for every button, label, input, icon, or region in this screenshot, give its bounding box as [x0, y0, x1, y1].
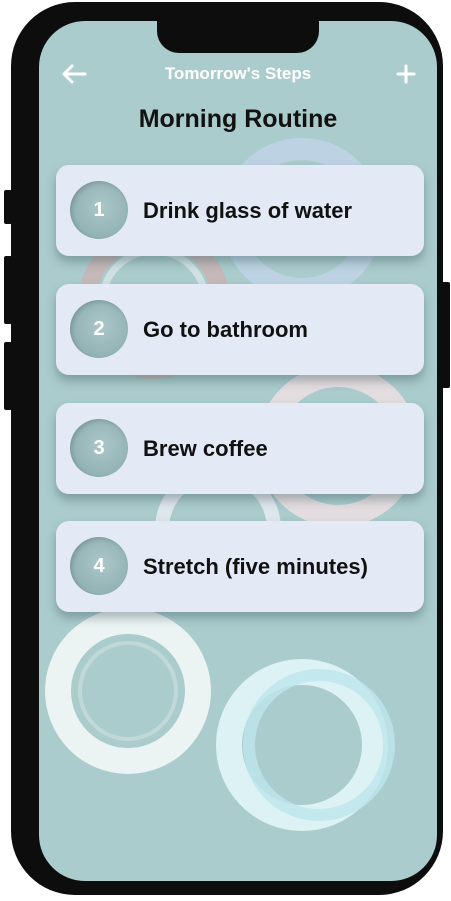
step-card-4[interactable]: 4 Stretch (five minutes) — [56, 521, 424, 612]
step-number-badge: 2 — [70, 300, 128, 358]
add-step-button[interactable] — [391, 61, 421, 87]
step-label: Drink glass of water — [143, 198, 353, 223]
step-label: Brew coffee — [143, 436, 268, 461]
step-label: Go to bathroom — [143, 317, 308, 342]
step-number-badge: 1 — [70, 181, 128, 239]
step-card-2[interactable]: 2 Go to bathroom — [56, 284, 424, 375]
notch — [157, 21, 319, 53]
side-button-silent — [4, 190, 12, 224]
plus-icon — [396, 64, 416, 84]
side-button-power — [442, 282, 450, 388]
phone-frame: Tomorrow's Steps Morning Routine 1 Drink… — [4, 2, 450, 895]
phone-screen: Tomorrow's Steps Morning Routine 1 Drink… — [39, 21, 437, 881]
side-button-volume-down — [4, 342, 12, 410]
step-card-3[interactable]: 3 Brew coffee — [56, 403, 424, 494]
step-number-badge: 4 — [70, 537, 128, 595]
header-title: Tomorrow's Steps — [164, 64, 312, 83]
side-button-volume-up — [4, 256, 12, 324]
page-title: Morning Routine — [138, 105, 338, 133]
step-card-1[interactable]: 1 Drink glass of water — [56, 165, 424, 256]
step-number-badge: 3 — [70, 419, 128, 477]
step-label: Stretch (five minutes) — [143, 554, 368, 579]
